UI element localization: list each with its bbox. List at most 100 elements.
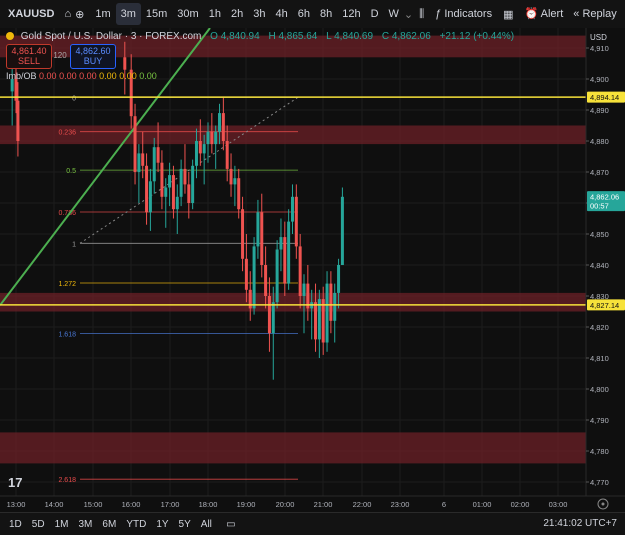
- range-ytd[interactable]: YTD: [121, 519, 151, 530]
- candle-body: [244, 258, 248, 290]
- time-tick-label: 23:00: [391, 500, 410, 509]
- time-axis-labels: 13:00 14:00 15:00 16:00 17:00 18:00 19:00 20:00…: [7, 500, 568, 509]
- candle-body: [287, 221, 291, 284]
- price-tick-label: 4,780: [590, 447, 609, 456]
- layout-grid-icon[interactable]: ▦: [503, 8, 513, 21]
- price-chart[interactable]: 00.2360.50.78611.2721.6182.618 USD 4,770…: [0, 28, 625, 512]
- candle-body: [164, 187, 168, 197]
- timeframe-3h[interactable]: 3h: [248, 3, 270, 25]
- supply-demand-zone[interactable]: [0, 125, 586, 145]
- symbol-search[interactable]: XAUUSD: [4, 4, 58, 24]
- timeframe-W[interactable]: W: [384, 3, 404, 25]
- candle-body: [252, 246, 256, 309]
- range-5y[interactable]: 5Y: [174, 519, 196, 530]
- supply-demand-zone[interactable]: [0, 432, 586, 464]
- buy-label: BUY: [83, 56, 103, 66]
- time-tick-label: 22:00: [353, 500, 372, 509]
- symbol-label: XAUUSD: [8, 8, 55, 20]
- range-3m[interactable]: 3M: [74, 519, 98, 530]
- fib-level-label: 1: [72, 241, 76, 248]
- clock-time[interactable]: 21:41:02 UTC+7: [543, 518, 617, 529]
- candle-body: [233, 178, 237, 185]
- symbol-dot-icon: [6, 32, 14, 41]
- candle-body: [16, 100, 20, 141]
- bottom-toolbar: 1D 5D 1M 3M 6M YTD 1Y 5Y All ▭ 21:41:02 UTC+7: [0, 512, 625, 535]
- ticker-chip-icon[interactable]: ⌂: [64, 8, 71, 20]
- add-symbol-icon[interactable]: ⊕: [75, 8, 84, 21]
- candle-body: [302, 283, 306, 296]
- candle-body: [168, 175, 172, 188]
- upper-line-price-tag-text: 4,894.14: [590, 93, 619, 102]
- range-all[interactable]: All: [196, 519, 217, 530]
- price-axis-ticks: 4,7704,7804,7904,8004,8104,8204,8304,840…: [586, 44, 609, 487]
- price-tick-label: 4,880: [590, 137, 609, 146]
- candle-body: [275, 249, 279, 303]
- candle-body: [194, 141, 198, 166]
- range-group: 1D 5D 1M 3M 6M YTD 1Y 5Y All: [4, 519, 217, 530]
- timeframe-6h[interactable]: 6h: [293, 3, 315, 25]
- time-tick-label: 21:00: [314, 500, 333, 509]
- candle-body: [210, 131, 214, 145]
- alarm-clock-icon: ⏰: [524, 8, 539, 20]
- timeframe-30m[interactable]: 30m: [172, 3, 203, 25]
- timeframe-15m[interactable]: 15m: [141, 3, 172, 25]
- timeframe-3m[interactable]: 3m: [115, 3, 141, 25]
- tradingview-logo: 17: [8, 475, 22, 490]
- candle-body: [283, 237, 287, 284]
- timeframe-D[interactable]: D: [366, 3, 384, 25]
- currency-label: USD: [590, 33, 607, 42]
- legend-title[interactable]: Gold Spot / U.S. Dollar · 3 · FOREX.com: [21, 31, 202, 42]
- fib-level-label: 0.236: [58, 130, 76, 137]
- indicator-value: 0.00: [39, 71, 57, 81]
- range-6m[interactable]: 6M: [97, 519, 121, 530]
- indicator-value: 0.00: [119, 71, 137, 81]
- time-tick-label: 20:00: [276, 500, 295, 509]
- timeframe-2h[interactable]: 2h: [226, 3, 248, 25]
- buy-button[interactable]: 4,862.60 BUY: [70, 44, 116, 69]
- indicators-icon: ƒ: [435, 8, 442, 20]
- candle-body: [237, 178, 241, 210]
- indicator-value: 0.00: [139, 71, 157, 81]
- alert-label: Alert: [540, 8, 564, 20]
- indicator-value: 0.00: [79, 71, 97, 81]
- candle-body: [229, 168, 233, 185]
- range-5d[interactable]: 5D: [27, 519, 50, 530]
- timeframe-12h[interactable]: 12h: [337, 3, 365, 25]
- timeframe-1h[interactable]: 1h: [204, 3, 226, 25]
- candle-type-icon[interactable]: ⫼: [419, 8, 424, 21]
- candle-body: [175, 196, 179, 210]
- lower-line-price-tag-text: 4,827.14: [590, 301, 619, 310]
- candle-body: [198, 141, 202, 154]
- alert-button[interactable]: ⏰ Alert: [519, 3, 568, 25]
- replay-button[interactable]: « Replay: [568, 3, 621, 25]
- sell-button[interactable]: 4,861.40 SELL: [6, 44, 52, 69]
- candle-body: [329, 283, 333, 321]
- range-1d[interactable]: 1D: [4, 519, 27, 530]
- time-tick-label: 02:00: [511, 500, 530, 509]
- time-tick-label: 6: [442, 500, 446, 509]
- timeframe-4h[interactable]: 4h: [270, 3, 292, 25]
- supply-demand-zone[interactable]: [0, 292, 586, 312]
- legend-low: L 4,840.69: [326, 31, 374, 42]
- chevron-down-icon[interactable]: ⌄: [404, 8, 413, 21]
- timeframe-8h[interactable]: 8h: [315, 3, 337, 25]
- candle-body: [123, 57, 127, 70]
- indicators-button[interactable]: ƒ Indicators: [430, 3, 497, 25]
- calendar-range-icon[interactable]: ▭: [223, 519, 239, 530]
- candle-body: [202, 144, 206, 154]
- price-tick-label: 4,890: [590, 106, 609, 115]
- lower-line-price-tag: 4,827.14: [587, 299, 625, 311]
- legend-close: C 4,862.06: [381, 31, 431, 42]
- indicator-name: Imb/OB: [6, 71, 37, 81]
- range-1m[interactable]: 1M: [50, 519, 74, 530]
- time-tick-label: 15:00: [84, 500, 103, 509]
- candle-body: [137, 153, 141, 172]
- price-tick-label: 4,870: [590, 168, 609, 177]
- range-1y[interactable]: 1Y: [151, 519, 173, 530]
- candle-body: [152, 147, 156, 182]
- timeframe-1m[interactable]: 1m: [90, 3, 115, 25]
- price-tick-label: 4,800: [590, 385, 609, 394]
- candle-body: [271, 302, 275, 334]
- last-price-tag: 4,862.0600:57: [587, 191, 625, 212]
- indicator-legend[interactable]: Imb/OB 0.00 0.00 0.00 0.00 0.00 0.00: [6, 71, 157, 81]
